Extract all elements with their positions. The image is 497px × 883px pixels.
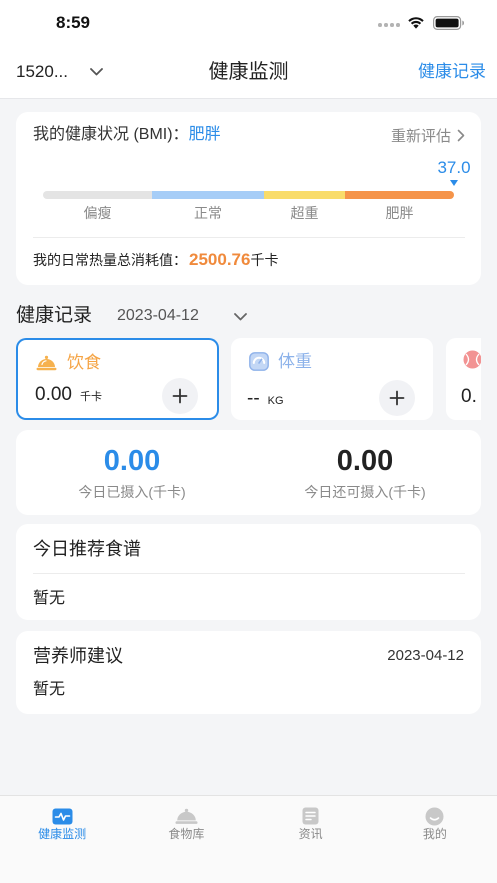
records-section-title: 健康记录 <box>16 305 93 326</box>
advice-title: 营养师建议 <box>33 646 123 666</box>
bmi-segment-underweight <box>43 191 152 199</box>
reassess-label: 重新评估 <box>390 127 451 145</box>
bmi-scale-label: 正常 <box>194 205 222 221</box>
record-card-value: -- <box>247 388 260 409</box>
consumed-label: 今日已摄入(千卡) <box>78 484 186 500</box>
weight-record-card[interactable]: 体重 -- KG <box>231 338 433 420</box>
record-cards-scroller[interactable]: 饮食 0.00 千卡 体重 -- KG 0. <box>16 338 481 420</box>
ball-icon <box>463 350 481 369</box>
news-icon <box>302 807 319 825</box>
tab-icon-wrap <box>373 806 497 826</box>
record-card-value-row: 0.00 千卡 <box>35 384 102 406</box>
plus-icon <box>389 390 405 406</box>
bmi-segment-normal <box>152 191 264 199</box>
diet-record-card[interactable]: 饮食 0.00 千卡 <box>16 338 219 420</box>
bmi-scale-label: 超重 <box>290 205 319 221</box>
cloche-icon <box>175 808 198 824</box>
recipe-card: 今日推荐食谱 暂无 <box>16 524 481 620</box>
advice-date: 2023-04-12 <box>387 647 464 664</box>
consumed-block: 0.00 今日已摄入(千卡) <box>16 430 248 515</box>
tab-icon-wrap <box>249 806 373 826</box>
divider <box>33 237 465 238</box>
bmi-scale-label: 肥胖 <box>385 205 414 221</box>
daily-calorie-row: 我的日常热量总消耗值： 2500.76 千卡 <box>33 250 278 274</box>
add-weight-button[interactable] <box>379 380 415 416</box>
calorie-value: 2500.76 <box>189 250 251 269</box>
advice-content: 暂无 <box>33 681 66 698</box>
reassess-button[interactable]: 重新评估 <box>391 124 465 146</box>
remaining-block: 0.00 今日还可摄入(千卡) <box>249 430 481 515</box>
status-time: 8:59 <box>55 13 91 32</box>
date-picker[interactable]: 2023-04-12 <box>117 305 199 327</box>
bmi-label: 我的健康状况 (BMI)： <box>33 126 189 143</box>
remaining-label: 今日还可摄入(千卡) <box>304 484 426 500</box>
health-records-link[interactable]: 健康记录 <box>418 61 486 83</box>
recipe-content: 暂无 <box>33 590 66 607</box>
tab-label: 健康监测 <box>38 827 87 841</box>
chevron-right-icon <box>457 129 465 141</box>
signal-icon <box>378 23 400 27</box>
recipe-title: 今日推荐食谱 <box>33 539 141 559</box>
wifi-icon <box>408 17 424 29</box>
battery-icon <box>433 16 464 30</box>
tab-icon-wrap <box>124 806 248 826</box>
heartbeat-icon <box>52 808 73 824</box>
record-card-unit: 千卡 <box>79 391 102 403</box>
tab-health-monitor[interactable]: 健康监测 <box>0 796 124 883</box>
tab-news[interactable]: 资讯 <box>249 796 373 883</box>
remaining-value: 0.00 <box>336 445 394 477</box>
tab-label: 食物库 <box>168 827 205 841</box>
calorie-unit: 千卡 <box>250 252 279 268</box>
cloche-icon <box>36 355 57 371</box>
tab-label: 资讯 <box>298 827 323 841</box>
record-card-value-row: -- KG <box>247 388 284 410</box>
record-card-value-row: 0. <box>461 386 477 408</box>
divider <box>33 573 465 574</box>
bmi-scale-bar <box>43 191 454 199</box>
tab-bar: 健康监测 食物库 资讯 我的 <box>0 795 497 883</box>
page-title: 健康监测 <box>208 61 289 83</box>
calorie-label: 我的日常热量总消耗值： <box>33 252 187 268</box>
bmi-scale-labels: 偏瘦 正常 超重 肥胖 <box>43 204 454 222</box>
record-card-value: 0.00 <box>35 384 72 405</box>
tab-icon-wrap <box>0 806 124 826</box>
exercise-record-card[interactable]: 0. <box>446 338 481 420</box>
account-selector[interactable]: 1520... <box>16 61 68 83</box>
tab-mine[interactable]: 我的 <box>373 796 497 883</box>
scale-icon <box>249 352 269 371</box>
add-diet-button[interactable] <box>162 378 198 414</box>
bmi-title: 我的健康状况 (BMI)：肥胖 <box>33 124 221 146</box>
plus-icon <box>172 388 188 404</box>
bmi-value: 37.0 <box>437 158 471 177</box>
consumed-value: 0.00 <box>103 445 161 477</box>
intake-summary-card: 0.00 今日已摄入(千卡) 0.00 今日还可摄入(千卡) <box>16 430 481 515</box>
face-icon <box>425 807 444 825</box>
record-card-label: 体重 <box>278 352 312 371</box>
bmi-scale-label: 偏瘦 <box>83 205 112 221</box>
tab-food-library[interactable]: 食物库 <box>124 796 248 883</box>
record-card-unit: KG <box>267 395 284 407</box>
header: 8:59 1520... 健康监测 健康记录 <box>0 0 497 99</box>
bmi-segment-obese <box>345 191 454 199</box>
bmi-segment-overweight <box>264 191 345 199</box>
bmi-status: 肥胖 <box>188 126 221 143</box>
record-card-label: 饮食 <box>67 353 101 372</box>
tab-label: 我的 <box>422 827 447 841</box>
chevron-down-icon[interactable] <box>234 313 247 321</box>
bmi-marker <box>450 180 458 186</box>
nutritionist-advice-card: 营养师建议 2023-04-12 暂无 <box>16 631 481 714</box>
record-card-value: 0. <box>461 386 477 407</box>
bmi-card: 我的健康状况 (BMI)：肥胖 重新评估 37.0 偏瘦 正常 超重 肥胖 我的… <box>16 112 481 285</box>
